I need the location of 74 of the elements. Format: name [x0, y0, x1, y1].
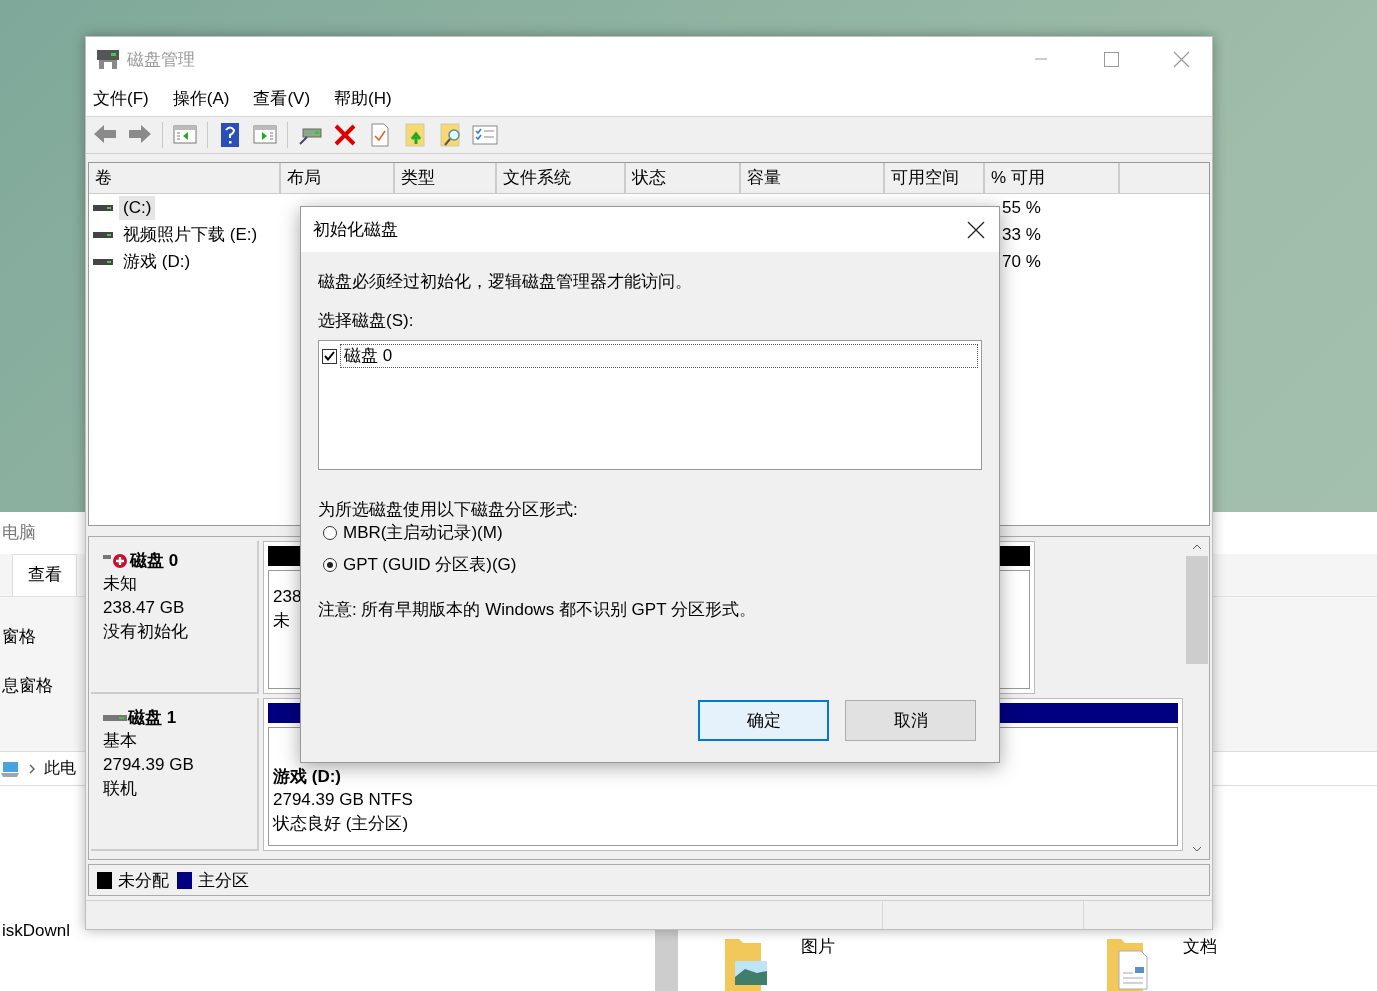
- dialog-title: 初始化磁盘: [313, 219, 398, 241]
- column-header[interactable]: 容量: [741, 163, 885, 193]
- drive-icon: [93, 202, 113, 213]
- breadcrumb-item[interactable]: 此电: [44, 758, 76, 779]
- computer-icon: [0, 759, 20, 778]
- field-label: 选择磁盘(S):: [318, 310, 415, 332]
- ribbon-tab[interactable]: 查看: [12, 554, 77, 596]
- table-cell-text: 70 %: [1001, 251, 1042, 272]
- nav-item[interactable]: iskDownl: [2, 921, 71, 941]
- checkmark-icon: [324, 351, 335, 361]
- column-header[interactable]: 文件系统: [497, 163, 626, 193]
- table-cell-text: 33 %: [1001, 224, 1042, 245]
- disk-size: 2794.39 GB: [103, 754, 195, 776]
- folder-name[interactable]: 文档: [1183, 935, 1217, 958]
- disk-status: 没有初始化: [103, 621, 189, 643]
- chevron-icon: [28, 762, 36, 775]
- checkbox[interactable]: [322, 348, 337, 364]
- disk-name: 磁盘 0: [130, 550, 179, 572]
- scroll-down-icon: [1192, 846, 1202, 853]
- column-header[interactable]: 卷: [89, 163, 281, 193]
- disk-info-panel[interactable]: 磁盘 1 基本 2794.39 GB 联机: [91, 698, 259, 851]
- folder-name[interactable]: 图片: [801, 935, 835, 958]
- disk-type: 未知: [103, 573, 138, 595]
- radio-button[interactable]: [323, 525, 337, 540]
- disk-management-icon: [96, 48, 120, 70]
- volume-name[interactable]: 视频照片下载 (E:): [119, 221, 262, 248]
- column-header[interactable]: % 可用: [985, 163, 1120, 193]
- ok-button[interactable]: 确定: [698, 700, 829, 741]
- disk-error-icon: [103, 551, 129, 570]
- disk-type: 基本: [103, 730, 138, 752]
- window-title: 电脑: [2, 522, 36, 544]
- window-title: 磁盘管理: [127, 48, 195, 71]
- disk-info-panel[interactable]: 磁盘 0 未知 238.47 GB 没有初始化: [91, 541, 259, 694]
- legend-label: 未分配: [118, 869, 169, 892]
- radio-label[interactable]: GPT (GUID 分区表)(G): [343, 553, 517, 576]
- partition-info: 238: [273, 586, 302, 608]
- column-header[interactable]: 可用空间: [885, 163, 985, 193]
- dialog-message: 磁盘必须经过初始化，逻辑磁盘管理器才能访问。: [318, 271, 693, 293]
- drive-icon: [93, 229, 113, 240]
- menu-item[interactable]: 帮助(H): [334, 87, 392, 110]
- cancel-button[interactable]: 取消: [845, 700, 976, 741]
- drive-icon: [93, 256, 113, 267]
- close-icon[interactable]: [966, 219, 986, 240]
- scroll-up-icon: [1192, 543, 1202, 550]
- partition-info: 状态良好 (主分区): [273, 813, 409, 835]
- dialog-note: 注意: 所有早期版本的 Windows 都不识别 GPT 分区形式。: [318, 599, 757, 621]
- menu-item[interactable]: 查看(V): [253, 87, 311, 110]
- ribbon-item[interactable]: 息窗格: [2, 674, 53, 697]
- ribbon-item[interactable]: 窗格: [2, 625, 36, 648]
- properties-icon[interactable]: [472, 122, 498, 148]
- partition-name: 游戏 (D:): [273, 766, 341, 788]
- radio-label[interactable]: MBR(主启动记录)(M): [343, 521, 503, 544]
- field-label: 为所选磁盘使用以下磁盘分区形式:: [318, 499, 579, 521]
- partition-info: 2794.39 GB NTFS: [273, 789, 413, 811]
- radio-button[interactable]: [323, 557, 337, 572]
- folder-search-icon[interactable]: [437, 122, 463, 148]
- menu-item[interactable]: 操作(A): [172, 87, 230, 110]
- disk-name: 磁盘 1: [128, 707, 177, 729]
- scrollbar-thumb[interactable]: [655, 929, 678, 991]
- table-cell-text: 55 %: [1001, 197, 1042, 218]
- list-item[interactable]: 磁盘 0: [340, 344, 978, 368]
- scrollbar-thumb[interactable]: [1186, 556, 1208, 664]
- volume-name[interactable]: 游戏 (D:): [119, 248, 195, 275]
- partition-info: 未: [273, 610, 290, 632]
- disk-status: 联机: [103, 778, 138, 800]
- disk-size: 238.47 GB: [103, 597, 186, 619]
- delete-icon[interactable]: [332, 122, 358, 148]
- column-header[interactable]: 布局: [281, 163, 395, 193]
- column-header[interactable]: 类型: [395, 163, 497, 193]
- legend-label: 主分区: [198, 869, 249, 892]
- column-header[interactable]: 状态: [626, 163, 741, 193]
- volume-name[interactable]: (C:): [119, 195, 156, 220]
- folder-up-icon[interactable]: [402, 122, 428, 148]
- menu-item[interactable]: 文件(F): [93, 87, 149, 110]
